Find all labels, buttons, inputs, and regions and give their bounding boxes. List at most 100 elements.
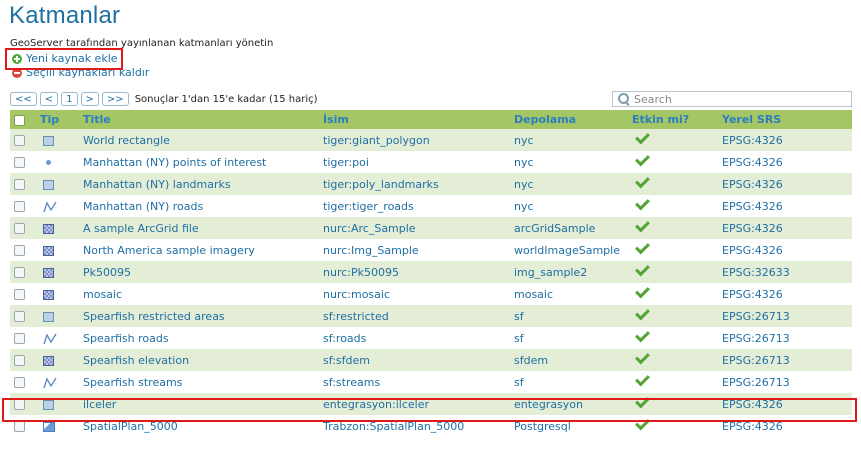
row-name-link[interactable]: nurc:Arc_Sample — [319, 217, 510, 239]
row-checkbox[interactable] — [14, 289, 25, 300]
row-name-link[interactable]: nurc:Pk50095 — [319, 261, 510, 283]
row-store-link[interactable]: sf — [510, 371, 628, 393]
line-icon — [43, 376, 57, 389]
row-checkbox[interactable] — [14, 267, 25, 278]
row-store-link[interactable]: nyc — [510, 195, 628, 217]
row-name-link[interactable]: nurc:mosaic — [319, 283, 510, 305]
check-icon — [635, 415, 650, 431]
row-name-link[interactable]: tiger:poly_landmarks — [319, 173, 510, 195]
row-checkbox[interactable] — [14, 135, 25, 146]
table-header-row: Tip Title İsim Depolama Etkin mi? Yerel … — [10, 110, 852, 129]
header-name[interactable]: İsim — [319, 110, 510, 129]
search-icon — [617, 92, 631, 106]
minus-icon — [12, 67, 22, 78]
row-enabled-cell — [628, 217, 718, 239]
row-store-link[interactable]: img_sample2 — [510, 261, 628, 283]
row-store-link[interactable]: entegrasyon — [510, 393, 628, 415]
row-store-link[interactable]: sf — [510, 305, 628, 327]
row-checkbox[interactable] — [14, 201, 25, 212]
row-title-link[interactable]: Manhattan (NY) points of interest — [79, 151, 319, 173]
pager-last-button[interactable]: >> — [101, 92, 129, 106]
row-title-link[interactable]: SpatialPlan_5000 — [79, 415, 319, 437]
table-row: A sample ArcGrid file nurc:Arc_Sample arcG… — [10, 217, 852, 239]
header-title[interactable]: Title — [79, 110, 319, 129]
row-type-cell — [36, 393, 79, 415]
remove-selected-link[interactable]: Seçili kaynakları kaldır — [12, 66, 149, 79]
polygon-icon — [43, 399, 54, 410]
row-checkbox[interactable] — [14, 157, 25, 168]
row-select-cell — [10, 371, 36, 393]
row-store-link[interactable]: nyc — [510, 173, 628, 195]
row-name-link[interactable]: tiger:giant_polygon — [319, 129, 510, 151]
row-store-link[interactable]: mosaic — [510, 283, 628, 305]
row-title-link[interactable]: North America sample imagery — [79, 239, 319, 261]
row-checkbox[interactable] — [14, 333, 25, 344]
row-name-link[interactable]: sf:sfdem — [319, 349, 510, 371]
row-store-link[interactable]: sfdem — [510, 349, 628, 371]
check-icon — [635, 173, 650, 189]
row-name-link[interactable]: nurc:Img_Sample — [319, 239, 510, 261]
row-srs-cell: EPSG:32633 — [718, 261, 852, 283]
row-name-link[interactable]: tiger:tiger_roads — [319, 195, 510, 217]
search-box[interactable]: Search — [612, 91, 852, 107]
row-select-cell — [10, 349, 36, 371]
row-checkbox[interactable] — [14, 399, 25, 410]
check-icon — [635, 393, 650, 409]
row-title-link[interactable]: World rectangle — [79, 129, 319, 151]
row-store-link[interactable]: nyc — [510, 129, 628, 151]
row-title-link[interactable]: mosaic — [79, 283, 319, 305]
row-checkbox[interactable] — [14, 421, 25, 432]
row-title-link[interactable]: Spearfish elevation — [79, 349, 319, 371]
row-title-link[interactable]: Spearfish streams — [79, 371, 319, 393]
row-store-link[interactable]: nyc — [510, 151, 628, 173]
remove-selected-label: Seçili kaynakları kaldır — [26, 66, 150, 79]
row-name-link[interactable]: sf:roads — [319, 327, 510, 349]
row-enabled-cell — [628, 129, 718, 151]
header-srs[interactable]: Yerel SRS — [718, 110, 852, 129]
header-type[interactable]: Tip — [36, 110, 79, 129]
row-title-link[interactable]: ilceler — [79, 393, 319, 415]
row-checkbox[interactable] — [14, 223, 25, 234]
search-input[interactable]: Search — [634, 93, 672, 106]
row-enabled-cell — [628, 151, 718, 173]
row-title-link[interactable]: Pk50095 — [79, 261, 319, 283]
row-select-cell — [10, 415, 36, 437]
row-name-link[interactable]: sf:streams — [319, 371, 510, 393]
row-store-link[interactable]: sf — [510, 327, 628, 349]
row-checkbox[interactable] — [14, 245, 25, 256]
row-checkbox[interactable] — [14, 377, 25, 388]
header-enabled[interactable]: Etkin mi? — [628, 110, 718, 129]
row-checkbox[interactable] — [14, 355, 25, 366]
row-title-link[interactable]: A sample ArcGrid file — [79, 217, 319, 239]
header-store[interactable]: Depolama — [510, 110, 628, 129]
table-row: Spearfish elevation sf:sfdem sfdem EPSG:267… — [10, 349, 852, 371]
row-type-cell — [36, 151, 79, 173]
check-icon — [635, 305, 650, 321]
row-select-cell — [10, 173, 36, 195]
pager-page-1-button[interactable]: 1 — [61, 92, 78, 106]
row-checkbox[interactable] — [14, 311, 25, 322]
pager-next-button[interactable]: > — [80, 92, 99, 106]
row-title-link[interactable]: Manhattan (NY) landmarks — [79, 173, 319, 195]
table-row: Manhattan (NY) points of interest tiger:p… — [10, 151, 852, 173]
row-title-link[interactable]: Spearfish restricted areas — [79, 305, 319, 327]
row-title-link[interactable]: Spearfish roads — [79, 327, 319, 349]
row-name-link[interactable]: entegrasyon:ilceler — [319, 393, 510, 415]
row-store-link[interactable]: Postgresql — [510, 415, 628, 437]
row-srs-cell: EPSG:4326 — [718, 129, 852, 151]
pager-first-button[interactable]: << — [10, 92, 37, 106]
row-srs-cell: EPSG:4326 — [718, 239, 852, 261]
row-checkbox[interactable] — [14, 179, 25, 190]
pager-prev-button[interactable]: < — [39, 92, 59, 106]
row-enabled-cell — [628, 283, 718, 305]
row-select-cell — [10, 195, 36, 217]
check-icon — [635, 261, 650, 277]
select-all-checkbox[interactable] — [14, 114, 25, 126]
row-name-link[interactable]: tiger:poi — [319, 151, 510, 173]
row-title-link[interactable]: Manhattan (NY) roads — [79, 195, 319, 217]
row-name-link[interactable]: sf:restricted — [319, 305, 510, 327]
row-store-link[interactable]: worldImageSample — [510, 239, 628, 261]
row-store-link[interactable]: arcGridSample — [510, 217, 628, 239]
add-resource-link[interactable]: Yeni kaynak ekle — [12, 52, 118, 65]
row-name-link[interactable]: Trabzon:SpatialPlan_5000 — [319, 415, 510, 437]
